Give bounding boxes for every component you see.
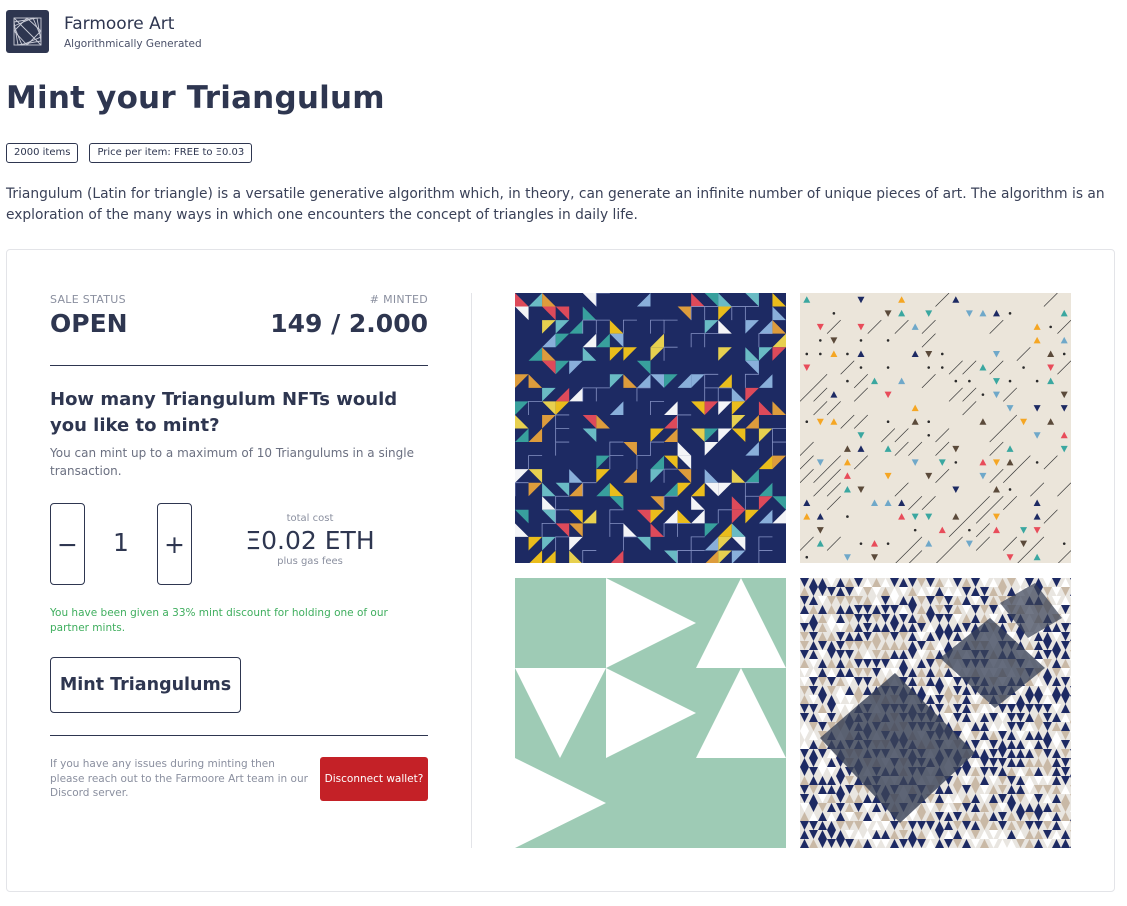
brand-name[interactable]: Farmoore Art (64, 13, 202, 35)
discount-note: You have been given a 33% mint discount … (50, 607, 388, 634)
quantity-value: 1 (113, 528, 129, 557)
logo-icon[interactable] (6, 10, 49, 53)
art-preview-1 (515, 293, 786, 563)
sale-status-section: SALE STATUS OPEN # MINTED 149 / 2.000 (50, 293, 428, 338)
mint-question: How many Triangulum NFTs would you like … (50, 389, 398, 436)
total-cost-label: total cost (286, 513, 334, 524)
divider-bottom (50, 735, 428, 736)
mint-button[interactable]: Mint Triangulums (50, 657, 241, 713)
art-preview-3 (515, 578, 786, 848)
item-count-badge: 2000 items (6, 143, 79, 163)
help-text: If you have any issues during minting th… (50, 758, 308, 799)
site-header: Farmoore Art Algorithmically Generated (6, 10, 202, 53)
minted-label: # MINTED (369, 293, 428, 306)
badge-row: 2000 items Price per item: FREE to Ξ0.03 (6, 143, 253, 163)
minted-count: 149 / 2.000 (270, 309, 428, 338)
price-badge: Price per item: FREE to Ξ0.03 (89, 143, 253, 163)
art-preview-2 (800, 293, 1071, 563)
collection-description: Triangulum (Latin for triangle) is a ver… (6, 186, 1105, 223)
brand-tagline: Algorithmically Generated (64, 38, 202, 50)
divider-top (50, 365, 428, 366)
art-preview-4 (800, 578, 1071, 848)
panel-divider (471, 293, 472, 848)
disconnect-wallet-button[interactable]: Disconnect wallet? (320, 757, 428, 801)
sale-status-value: OPEN (50, 309, 128, 338)
gas-fee-note: plus gas fees (277, 556, 343, 567)
decrement-button[interactable]: − (50, 503, 85, 585)
increment-button[interactable]: + (157, 503, 192, 585)
total-cost: total cost Ξ0.02 ETH plus gas fees (245, 513, 375, 567)
max-mint-note: You can mint up to a maximum of 10 Trian… (50, 446, 414, 478)
page-title: Mint your Triangulum (6, 80, 385, 116)
sale-status-label: SALE STATUS (50, 293, 126, 306)
brand: Farmoore Art Algorithmically Generated (64, 13, 202, 50)
total-cost-value: Ξ0.02 ETH (245, 526, 375, 555)
